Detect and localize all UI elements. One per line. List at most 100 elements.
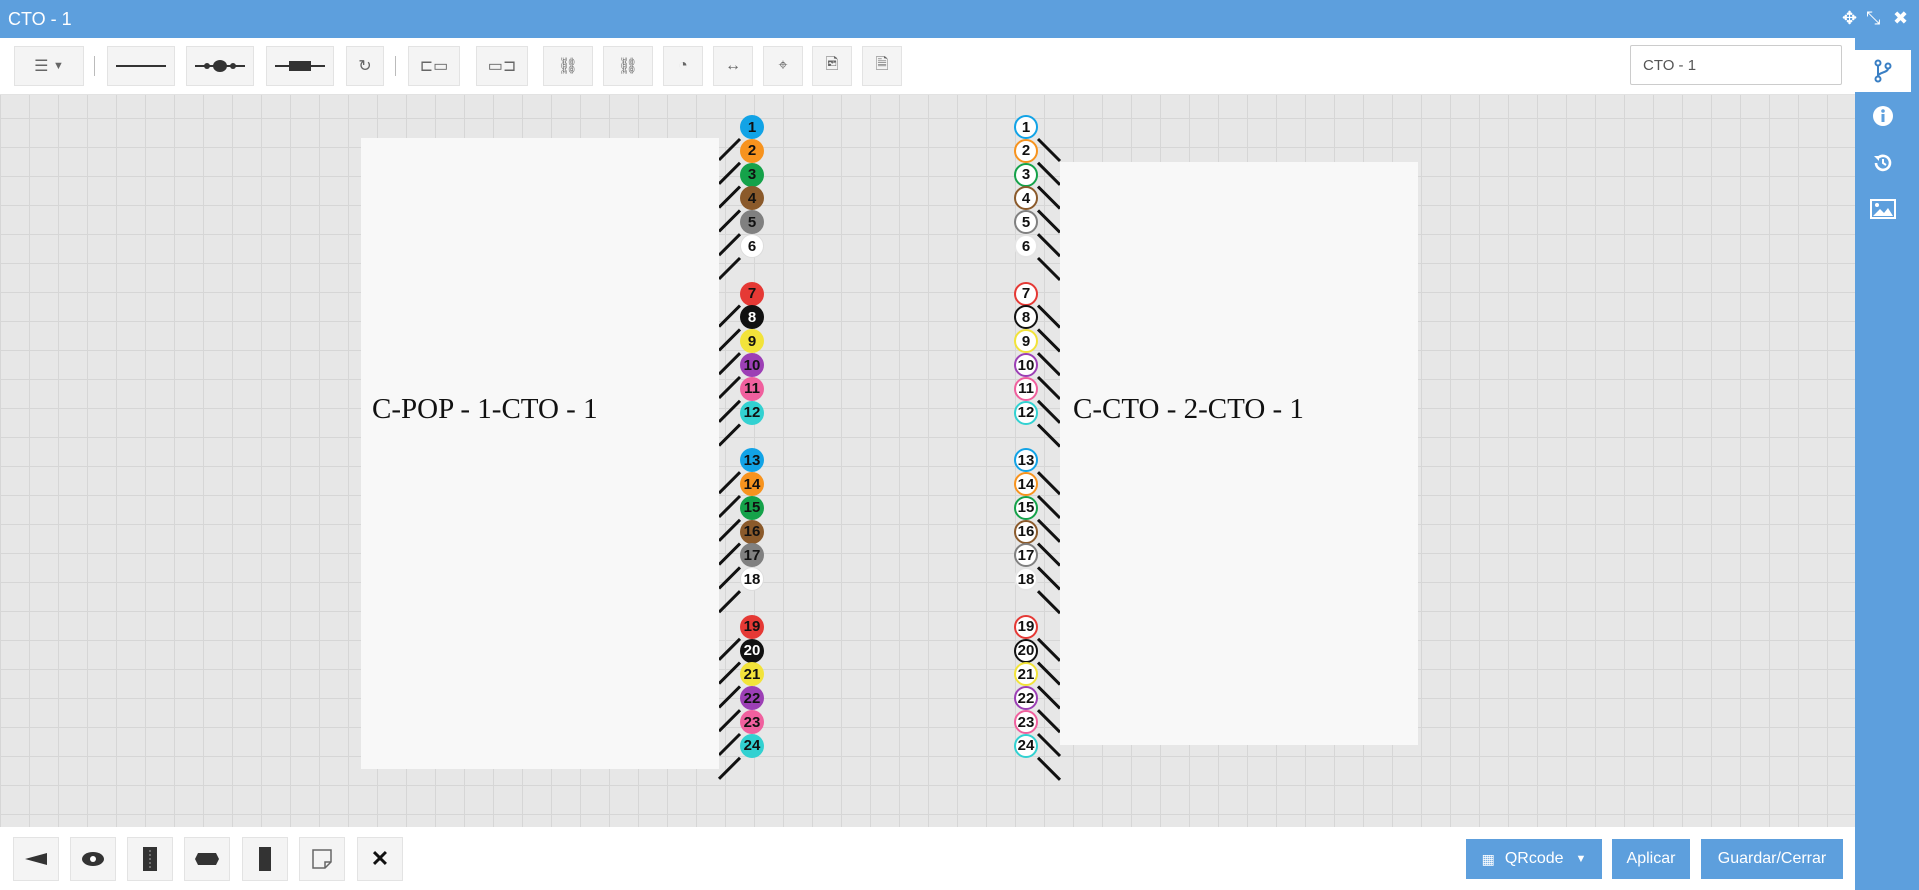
right-fiber-tail bbox=[1036, 685, 1062, 710]
right-fiber-tail bbox=[1036, 185, 1062, 210]
image-icon bbox=[1870, 199, 1896, 219]
toolbar: ☰ ▼ ↻ ⊏▭ ▭⊐ ⛓ ⛓ ◔ ↔ ⌖ 🖻 🗎 bbox=[0, 38, 1855, 95]
left-fiber-20[interactable]: 20 bbox=[740, 638, 764, 663]
right-fiber-16[interactable]: 16 bbox=[1014, 519, 1038, 544]
splitter-tool-button[interactable] bbox=[13, 837, 59, 881]
right-fiber-tail bbox=[1036, 209, 1062, 234]
odf-tool-icon bbox=[259, 847, 271, 871]
left-fiber-tail bbox=[717, 494, 742, 519]
left-fiber-9[interactable]: 9 bbox=[740, 329, 764, 354]
right-fiber-6[interactable]: 6 bbox=[1014, 234, 1038, 258]
cable-box-left[interactable] bbox=[361, 138, 719, 769]
right-fiber-9[interactable]: 9 bbox=[1014, 329, 1038, 354]
cable-box-right[interactable] bbox=[1060, 162, 1418, 745]
straight-line-icon bbox=[116, 65, 166, 67]
splice-box-tool-button[interactable] bbox=[70, 837, 116, 881]
disconnect-fibers-button[interactable]: ⛓ bbox=[603, 46, 653, 86]
left-fiber-7[interactable]: 7 bbox=[740, 281, 764, 306]
tab-connections[interactable] bbox=[1855, 50, 1911, 92]
left-fiber-tail bbox=[717, 399, 742, 423]
left-fiber-24[interactable]: 24 bbox=[740, 733, 764, 758]
straight-line-button[interactable] bbox=[107, 46, 175, 86]
left-fiber-tail bbox=[717, 161, 742, 185]
connector-tool-icon bbox=[195, 853, 219, 865]
right-fiber-18[interactable]: 18 bbox=[1014, 567, 1038, 592]
right-fiber-12[interactable]: 12 bbox=[1014, 400, 1038, 425]
cable-label-right: C-CTO - 2-CTO - 1 bbox=[1073, 393, 1304, 425]
left-fiber-2[interactable]: 2 bbox=[740, 138, 764, 163]
left-fiber-19[interactable]: 19 bbox=[740, 614, 764, 639]
power-meter-button[interactable]: ▭⊐ bbox=[476, 46, 528, 86]
left-fiber-18[interactable]: 18 bbox=[740, 567, 764, 592]
qrcode-button[interactable]: ▦ QRcode ▼ bbox=[1466, 839, 1602, 879]
box-name-input[interactable] bbox=[1630, 45, 1842, 85]
right-fiber-1[interactable]: 1 bbox=[1014, 115, 1038, 139]
right-fiber-5[interactable]: 5 bbox=[1014, 210, 1038, 235]
right-fiber-13[interactable]: 13 bbox=[1014, 448, 1038, 473]
window-titlebar: CTO - 1 ✥ ⤡ ✖ bbox=[0, 0, 1919, 38]
refresh-button[interactable]: ↻ bbox=[346, 46, 384, 86]
apply-button[interactable]: Aplicar bbox=[1612, 839, 1690, 879]
left-fiber-6[interactable]: 6 bbox=[740, 234, 764, 258]
right-fiber-24[interactable]: 24 bbox=[1014, 733, 1038, 758]
center-view-icon: ⌖ bbox=[778, 57, 788, 74]
close-icon[interactable]: ✖ bbox=[1893, 8, 1908, 28]
left-fiber-3[interactable]: 3 bbox=[740, 162, 764, 187]
splice-connector-button[interactable] bbox=[186, 46, 254, 86]
left-fiber-tail bbox=[717, 137, 742, 162]
left-fiber-12[interactable]: 12 bbox=[740, 400, 764, 425]
left-fiber-14[interactable]: 14 bbox=[740, 472, 764, 496]
gauge-button[interactable]: ◔ bbox=[663, 46, 703, 86]
left-fiber-1[interactable]: 1 bbox=[740, 115, 764, 139]
left-fiber-10[interactable]: 10 bbox=[740, 353, 764, 377]
right-fiber-2[interactable]: 2 bbox=[1014, 138, 1038, 163]
left-fiber-13[interactable]: 13 bbox=[740, 448, 764, 473]
compress-icon[interactable]: ⤡ bbox=[1866, 8, 1880, 28]
left-fiber-15[interactable]: 15 bbox=[740, 495, 764, 520]
left-fiber-11[interactable]: 11 bbox=[740, 376, 764, 401]
splitter-connector-button[interactable] bbox=[266, 46, 334, 86]
right-fiber-10[interactable]: 10 bbox=[1014, 353, 1038, 377]
info-icon bbox=[1873, 106, 1893, 126]
right-fiber-22[interactable]: 22 bbox=[1014, 686, 1038, 711]
right-fiber-20[interactable]: 20 bbox=[1014, 638, 1038, 663]
tab-info[interactable] bbox=[1855, 95, 1911, 137]
left-fiber-16[interactable]: 16 bbox=[740, 519, 764, 544]
connect-fibers-button[interactable]: ⛓ bbox=[543, 46, 593, 86]
right-fiber-tail bbox=[1036, 137, 1062, 163]
right-fiber-tail bbox=[1036, 328, 1062, 353]
center-view-button[interactable]: ⌖ bbox=[763, 46, 803, 86]
note-tool-button[interactable] bbox=[299, 837, 345, 881]
note-tool-icon bbox=[312, 849, 332, 869]
tab-history[interactable] bbox=[1855, 142, 1911, 184]
splitter-tool-icon bbox=[25, 853, 47, 865]
expand-horizontal-button[interactable]: ↔ bbox=[713, 46, 753, 86]
connector-tool-button[interactable] bbox=[184, 837, 230, 881]
left-fiber-tail bbox=[717, 542, 742, 566]
save-close-button[interactable]: Guardar/Cerrar bbox=[1701, 839, 1843, 879]
splice-diagram-canvas[interactable]: C-POP - 1-CTO - 1 C-CTO - 2-CTO - 1 1234… bbox=[0, 95, 1855, 827]
light-source-icon: ⊏▭ bbox=[419, 58, 449, 75]
rack-tool-button[interactable] bbox=[127, 837, 173, 881]
right-fiber-3[interactable]: 3 bbox=[1014, 162, 1038, 187]
right-fiber-15[interactable]: 15 bbox=[1014, 495, 1038, 520]
right-fiber-11[interactable]: 11 bbox=[1014, 376, 1038, 401]
odf-tool-button[interactable] bbox=[242, 837, 288, 881]
delete-button[interactable]: ✕ bbox=[357, 837, 403, 881]
light-source-button[interactable]: ⊏▭ bbox=[408, 46, 460, 86]
export-pdf-button[interactable]: 🗎 bbox=[862, 46, 902, 86]
list-menu-button[interactable]: ☰ ▼ bbox=[14, 46, 84, 86]
right-fiber-23[interactable]: 23 bbox=[1014, 710, 1038, 734]
left-fiber-22[interactable]: 22 bbox=[740, 686, 764, 711]
tab-image[interactable] bbox=[1855, 188, 1911, 230]
left-fiber-tail bbox=[717, 423, 742, 447]
left-fiber-5[interactable]: 5 bbox=[740, 210, 764, 235]
left-fiber-23[interactable]: 23 bbox=[740, 710, 764, 734]
right-fiber-tail bbox=[1036, 732, 1062, 758]
right-fiber-14[interactable]: 14 bbox=[1014, 472, 1038, 496]
right-fiber-7[interactable]: 7 bbox=[1014, 281, 1038, 306]
right-fiber-tail bbox=[1036, 637, 1062, 662]
export-image-button[interactable]: 🖻 bbox=[812, 46, 852, 86]
right-fiber-19[interactable]: 19 bbox=[1014, 614, 1038, 639]
move-icon[interactable]: ✥ bbox=[1842, 8, 1857, 28]
